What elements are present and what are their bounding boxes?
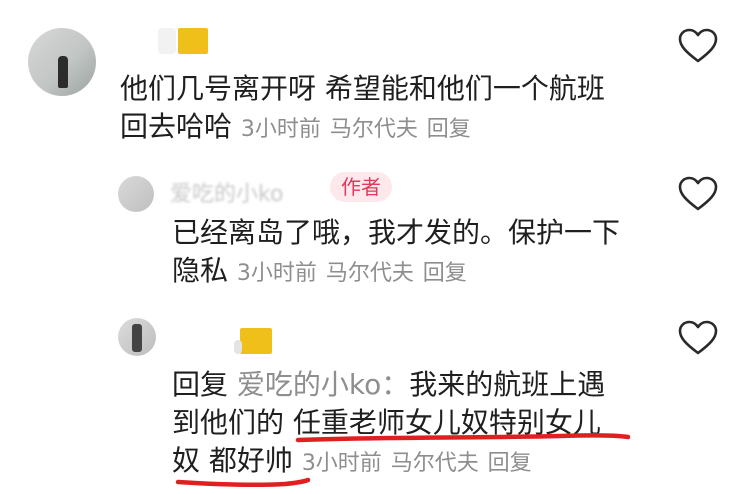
- highlight-underline: [175, 433, 631, 488]
